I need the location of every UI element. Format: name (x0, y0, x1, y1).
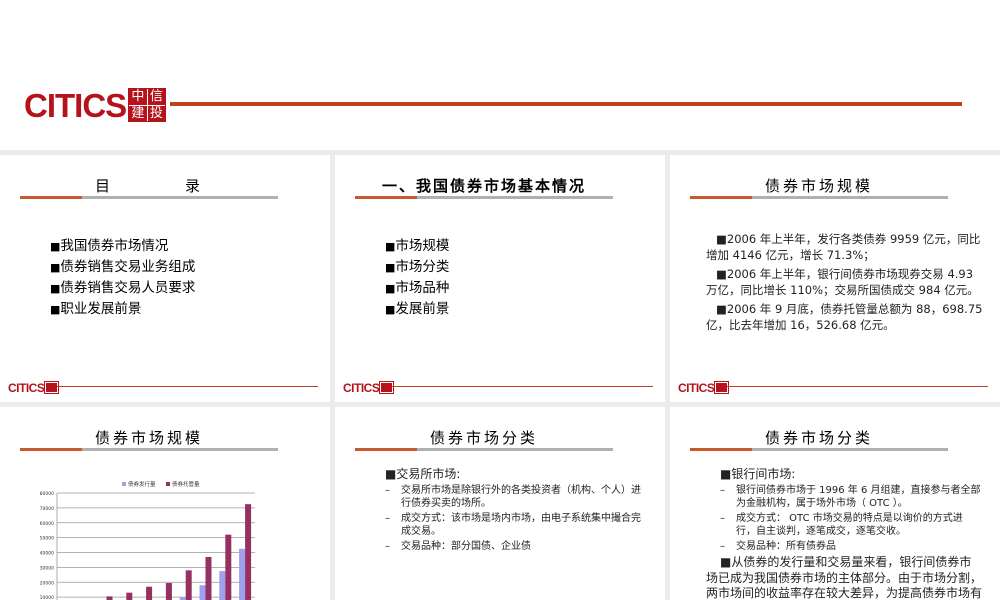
legend-label: 债券托管量 (172, 480, 200, 488)
list-item: 职业发展前景 (50, 299, 195, 320)
footer-logo: CITICS (678, 381, 730, 395)
bar-issuance (219, 571, 226, 600)
title-underline (20, 196, 278, 199)
sub-item: 银行间债券市场于 1996 年 6 月组建，直接参与者全部为金融机构，属于场外市… (720, 484, 982, 510)
list-item: 债券销售交易业务组成 (50, 257, 195, 278)
title-underline (355, 196, 613, 199)
body-text: 银行间市场: 银行间债券市场于 1996 年 6 月组建，直接参与者全部为金融机… (706, 468, 982, 600)
y-tick-label: 60000 (40, 521, 54, 527)
slide-title: 债券市场分类 (429, 429, 538, 447)
paragraph: 2006 年上半年，银行间债券市场现券交易 4.93 万亿，同比增长 110%；… (706, 267, 984, 298)
y-tick-label: 50000 (40, 536, 54, 542)
bullet-list: 我国债券市场情况 债券销售交易业务组成 债券销售交易人员要求 职业发展前景 (50, 236, 195, 320)
sub-item: 成交方式： OTC 市场交易的特点是以询价的方式进行，自主谈判，逐笔成交，逐笔交… (720, 512, 982, 538)
list-item: 我国债券市场情况 (50, 236, 195, 257)
y-tick-label: 40000 (40, 551, 54, 557)
summary-paragraph: 从债券的发行量和交易量来看，银行间债券市场已成为我国债券市场的主体部分。由于市场… (706, 555, 982, 600)
bond-chart: 10000 20000 30000 40000 50000 60000 70000 80000… (40, 480, 255, 600)
slide-thumbnail-4[interactable]: 债券市场规模 10000 20000 30000 40000 50000 60000 700… (0, 407, 330, 600)
legend-swatch (166, 482, 170, 486)
bar-custody (225, 534, 232, 600)
bullet-list: 市场规模 市场分类 市场品种 发展前景 (385, 236, 449, 320)
y-tick-label: 80000 (40, 491, 54, 497)
list-item: 市场品种 (385, 278, 449, 299)
footer-divider (57, 386, 318, 387)
bar-custody (205, 556, 212, 600)
bar-custody (126, 592, 133, 600)
paragraph: 2006 年上半年，发行各类债券 9959 亿元，同比增加 4146 亿元，增长… (706, 232, 984, 263)
bar-issuance (199, 585, 206, 600)
list-item: 市场规模 (385, 236, 449, 257)
footer-divider (392, 386, 653, 387)
bar-custody (165, 582, 172, 600)
section-heading: 交易所市场: (385, 468, 647, 481)
legend-label: 债券发行量 (128, 480, 156, 488)
slide-thumbnail-1[interactable]: 目 录 我国债券市场情况 债券销售交易业务组成 债券销售交易人员要求 职业发展前… (0, 155, 330, 402)
slide-title: 债券市场规模 (764, 177, 873, 195)
bar-custody (146, 586, 153, 600)
slide-title: 目 录 (94, 177, 203, 195)
bar-custody (245, 504, 252, 600)
legend-swatch (122, 482, 126, 486)
citics-logo: CITICS 中 信 建 投 (24, 88, 167, 122)
slide-thumbnail-5[interactable]: 债券市场分类 交易所市场: 交易所市场是除银行外的各类投资者（机构、个人）进行债… (335, 407, 665, 600)
bar-custody (106, 596, 113, 600)
slide-thumbnail-3[interactable]: 债券市场规模 2006 年上半年，发行各类债券 9959 亿元，同比增加 414… (670, 155, 1000, 402)
bar-custody (185, 570, 192, 600)
title-underline (690, 196, 948, 199)
slide-title: 债券市场分类 (764, 429, 873, 447)
y-tick-label: 20000 (40, 580, 54, 586)
header-area: CITICS 中 信 建 投 (0, 0, 1000, 150)
body-text: 交易所市场: 交易所市场是除银行外的各类投资者（机构、个人）进行债券买卖的场所。… (385, 468, 647, 555)
title-underline (690, 448, 948, 451)
body-text: 2006 年上半年，发行各类债券 9959 亿元，同比增加 4146 亿元，增长… (706, 232, 984, 337)
paragraph: 2006 年 9 月底，债券托管量总额为 88，698.75 亿，比去年增加 1… (706, 302, 984, 333)
slide-title: 一、我国债券市场基本情况 (381, 177, 586, 195)
slide-thumbnail-6[interactable]: 债券市场分类 银行间市场: 银行间债券市场于 1996 年 6 月组建，直接参与… (670, 407, 1000, 600)
list-item: 债券销售交易人员要求 (50, 278, 195, 299)
sub-item: 交易品种：部分国债、企业债 (385, 540, 647, 553)
y-tick-label: 30000 (40, 565, 54, 571)
bar-issuance (239, 548, 246, 600)
y-tick-label: 70000 (40, 506, 54, 512)
footer-logo: CITICS (343, 381, 395, 395)
footer-logo: CITICS (8, 381, 60, 395)
footer-divider (727, 386, 988, 387)
sub-item: 交易品种：所有债券品 (720, 540, 982, 553)
slide-thumbnail-2[interactable]: 一、我国债券市场基本情况 市场规模 市场分类 市场品种 发展前景 CITICS (335, 155, 665, 402)
sub-item: 交易所市场是除银行外的各类投资者（机构、个人）进行债券买卖的场所。 (385, 484, 647, 510)
list-item: 市场分类 (385, 257, 449, 278)
section-heading: 银行间市场: (720, 468, 982, 481)
list-item: 发展前景 (385, 299, 449, 320)
y-tick-label: 10000 (40, 595, 54, 600)
header-divider (170, 102, 962, 106)
sub-item: 成交方式：该市场是场内市场，由电子系统集中撮合完成交易。 (385, 512, 647, 538)
title-underline (355, 448, 613, 451)
